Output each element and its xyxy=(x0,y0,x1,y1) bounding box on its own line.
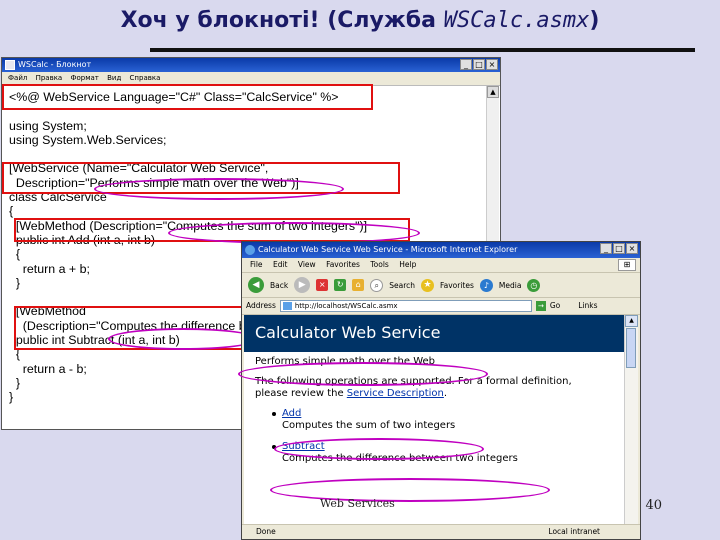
list-item: Add Computes the sum of two integers xyxy=(244,408,626,432)
close-icon[interactable]: × xyxy=(486,59,498,70)
address-value: http://localhost/WSCalc.asmx xyxy=(294,302,398,310)
notepad-titlebar[interactable]: WSCalc - Блокнот _ □ × xyxy=(2,58,500,72)
slide-title: Хоч у блокноті! (Служба WSCalc.asmx) xyxy=(120,8,600,33)
back-arrow-icon[interactable]: ◀ xyxy=(248,277,264,293)
menu-format[interactable]: Формат xyxy=(70,74,98,82)
go-button[interactable]: Go xyxy=(550,298,560,314)
forward-arrow-icon[interactable]: ▶ xyxy=(294,277,311,293)
windows-logo-icon: ⊞ xyxy=(618,259,636,271)
address-bar: Address http://localhost/WSCalc.asmx → G… xyxy=(242,298,640,315)
close-icon[interactable]: × xyxy=(626,243,638,254)
code-line: using System; xyxy=(9,118,87,133)
page-heading: Calculator Web Service xyxy=(244,315,626,352)
media-icon[interactable]: ♪ xyxy=(479,278,493,292)
minimize-icon[interactable]: _ xyxy=(600,243,612,254)
menu-file[interactable]: Файл xyxy=(8,74,27,82)
menu-favorites[interactable]: Favorites xyxy=(326,260,360,269)
menu-view[interactable]: Вид xyxy=(107,74,121,82)
menu-file[interactable]: File xyxy=(250,260,263,269)
history-icon[interactable]: ◷ xyxy=(527,278,541,292)
menu-view[interactable]: View xyxy=(298,260,316,269)
page-number: 40 xyxy=(645,498,662,513)
operation-add-link[interactable]: Add xyxy=(282,408,626,420)
code-line: { xyxy=(9,204,14,219)
scroll-up-icon[interactable]: ▲ xyxy=(487,86,499,98)
browser-titlebar[interactable]: Calculator Web Service Web Service - Mic… xyxy=(242,242,640,258)
search-icon[interactable]: ⌕ xyxy=(370,278,384,292)
address-input[interactable]: http://localhost/WSCalc.asmx xyxy=(279,300,532,312)
home-icon[interactable]: ⌂ xyxy=(352,279,365,291)
address-label: Address xyxy=(246,301,276,310)
status-zone: Local intranet xyxy=(548,527,600,536)
page-icon xyxy=(282,302,292,310)
intro-line-2: please review the Service Description. xyxy=(255,388,448,399)
ellipse-add-page-description xyxy=(274,438,484,460)
browser-scrollbar[interactable]: ▲ xyxy=(624,315,638,525)
highlight-directive xyxy=(2,84,373,110)
search-button[interactable]: Search xyxy=(389,281,415,290)
status-done: Done xyxy=(256,527,276,536)
overlay-caption: Web Services xyxy=(320,497,395,510)
code-line: using System.Web.Services; xyxy=(9,132,167,147)
media-button[interactable]: Media xyxy=(499,281,522,290)
notepad-icon xyxy=(5,60,15,70)
ie-icon xyxy=(245,245,255,255)
browser-toolbar: ◀ Back ▶ × ↻ ⌂ ⌕ Search ★ Favorites ♪ Me… xyxy=(242,273,640,298)
menu-edit[interactable]: Edit xyxy=(273,260,288,269)
back-button[interactable]: Back xyxy=(270,281,288,290)
title-rule xyxy=(150,48,695,52)
links-label[interactable]: Links xyxy=(578,298,597,314)
ellipse-subtract-description xyxy=(108,328,258,350)
operation-add-description: Computes the sum of two integers xyxy=(282,420,456,431)
favorites-button[interactable]: Favorites xyxy=(440,281,474,290)
favorites-star-icon[interactable]: ★ xyxy=(421,278,434,292)
ellipse-page-description xyxy=(238,362,488,386)
maximize-icon[interactable]: □ xyxy=(473,59,485,70)
stop-icon[interactable]: × xyxy=(316,279,329,291)
scroll-up-icon[interactable]: ▲ xyxy=(625,315,638,327)
maximize-icon[interactable]: □ xyxy=(613,243,625,254)
scroll-thumb[interactable] xyxy=(626,328,636,368)
go-arrow-icon[interactable]: → xyxy=(535,301,546,311)
notepad-title: WSCalc - Блокнот xyxy=(18,60,92,69)
refresh-icon[interactable]: ↻ xyxy=(334,279,347,291)
status-bar: Done Local intranet xyxy=(242,524,640,539)
ellipse-subtract-page-description xyxy=(270,478,550,502)
service-description-link[interactable]: Service Description xyxy=(347,388,444,399)
browser-title: Calculator Web Service Web Service - Mic… xyxy=(258,245,518,254)
menu-help[interactable]: Help xyxy=(399,260,416,269)
minimize-icon[interactable]: _ xyxy=(460,59,472,70)
ellipse-description xyxy=(94,178,344,200)
menu-tools[interactable]: Tools xyxy=(370,260,388,269)
menu-edit[interactable]: Правка xyxy=(36,74,63,82)
menu-help[interactable]: Справка xyxy=(130,74,161,82)
browser-menubar: File Edit View Favorites Tools Help ⊞ xyxy=(242,258,640,273)
